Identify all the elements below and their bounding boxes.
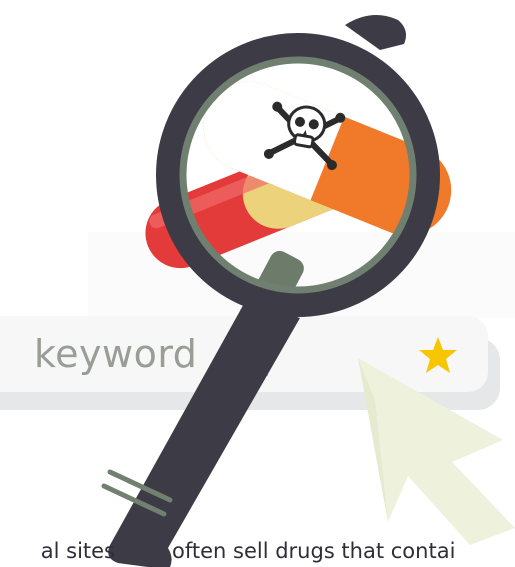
illustration-canvas: keyword al sites often sell drugs that c…	[0, 0, 515, 567]
skull-crossbones-icon	[263, 101, 346, 171]
caption-left-fragment: al sites	[40, 539, 115, 563]
caption-right-fragment: often sell drugs that contai	[172, 539, 456, 563]
